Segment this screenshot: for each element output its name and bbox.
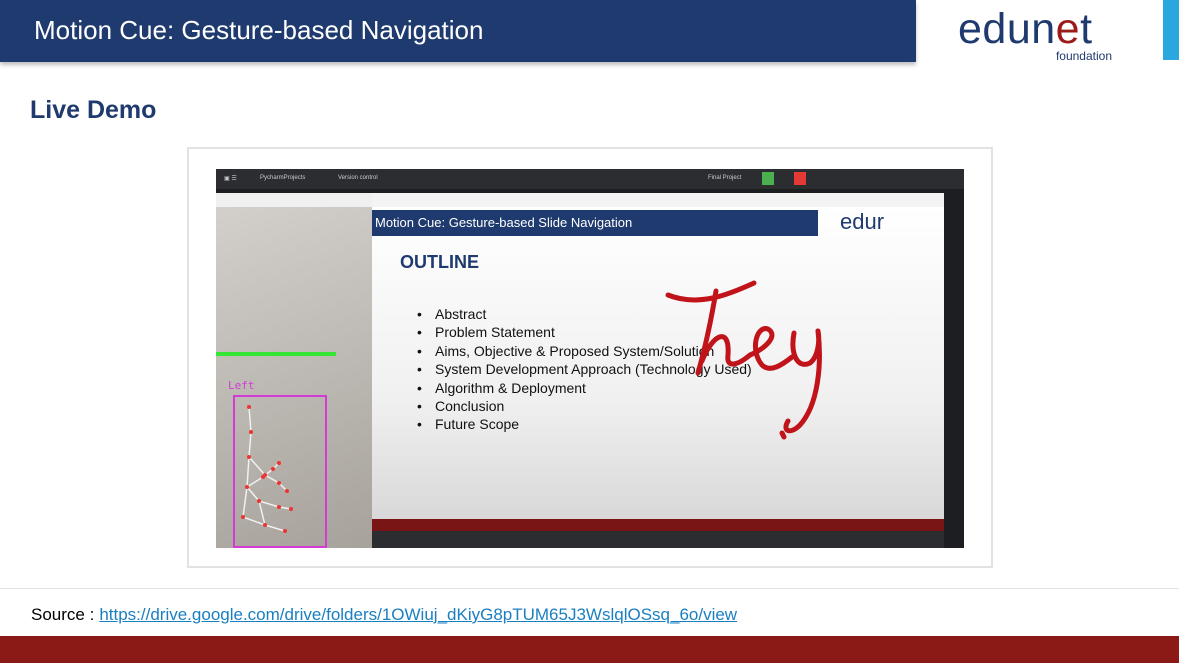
- hey-annotation: [665, 280, 822, 440]
- title-bar: Motion Cue: Gesture-based Navigation: [0, 0, 916, 62]
- accent-bar: [1163, 0, 1179, 60]
- ide-toolbar: ▣ ☰ PycharmProjects Version control Fina…: [216, 169, 964, 189]
- hand-bounding-box: [233, 395, 327, 548]
- source-link[interactable]: https://drive.google.com/drive/folders/1…: [99, 605, 737, 624]
- slides-window-bar: [372, 193, 944, 207]
- presented-slide: Motion Cue: Gesture-based Slide Navigati…: [372, 207, 944, 531]
- ide-run-config: Final Project: [708, 175, 742, 181]
- edunet-logo: edunet foundation: [958, 5, 1112, 63]
- run-icon: [762, 172, 774, 185]
- stop-icon: [794, 172, 806, 185]
- presented-slide-footer: [372, 519, 944, 531]
- camera-feed: Left: [216, 207, 372, 548]
- section-heading: Live Demo: [30, 96, 157, 124]
- gesture-threshold-line: [216, 352, 336, 356]
- slides-window-bottom: [372, 531, 944, 548]
- presented-slide-logo: edur: [840, 209, 885, 234]
- camera-window-bar: [216, 193, 372, 207]
- ide-project: PycharmProjects: [260, 175, 306, 181]
- footer-bar: [0, 636, 1179, 663]
- divider: [0, 588, 1179, 589]
- menu-icon: ▣ ☰: [224, 176, 237, 182]
- logo-subtitle: foundation: [1055, 49, 1112, 63]
- hand-label: Left: [228, 379, 255, 392]
- slide-title: Motion Cue: Gesture-based Navigation: [34, 15, 484, 45]
- outline-heading: OUTLINE: [400, 252, 479, 272]
- source-line: Source : https://drive.google.com/drive/f…: [31, 605, 737, 625]
- ide-vcs: Version control: [338, 175, 378, 181]
- hand-landmarks: [241, 405, 293, 533]
- presented-slide-title: Motion Cue: Gesture-based Slide Navigati…: [372, 210, 818, 236]
- source-label: Source :: [31, 605, 95, 624]
- demo-video[interactable]: ▣ ☰ PycharmProjects Version control Fina…: [216, 169, 964, 548]
